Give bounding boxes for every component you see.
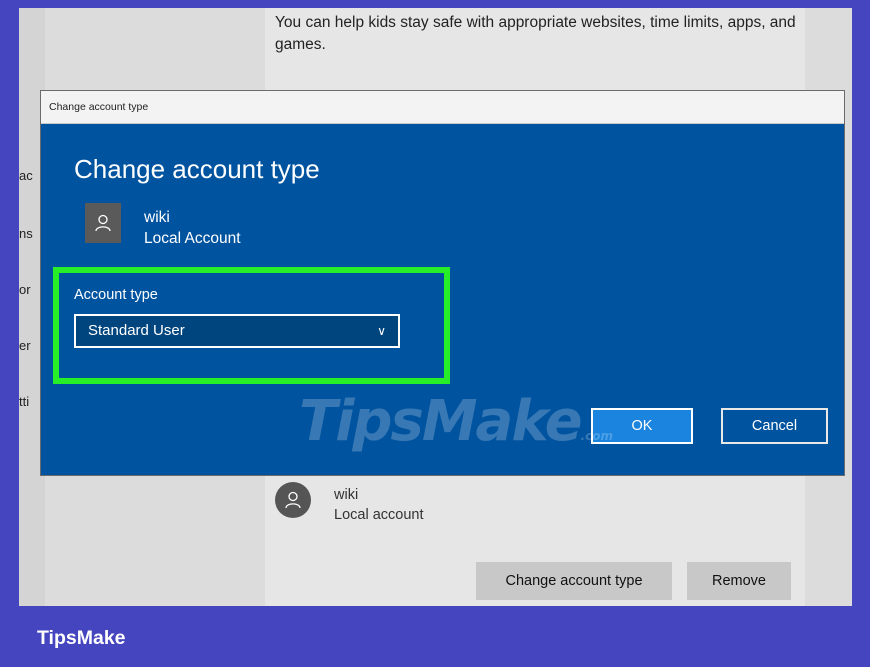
watermark-logo: TipsMake.com [299,389,613,454]
user-account-type: Local Account [144,230,241,247]
intro-text: You can help kids stay safe with appropr… [275,14,796,53]
nav-fragment[interactable]: ns [19,226,33,241]
person-icon [95,214,111,232]
background-user-type: Local account [334,507,424,523]
settings-screenshot: ac ns or er tti You can help kids stay s… [19,8,852,606]
background-user-name: wiki [334,487,359,503]
chevron-down-icon: ∨ [377,324,386,338]
change-account-type-button[interactable]: Change account type [476,562,672,600]
change-account-type-dialog: Change account type Change account type … [40,90,845,476]
nav-fragment[interactable]: er [19,338,31,353]
family-intro-text: You can help kids stay safe with appropr… [275,12,805,56]
person-icon [285,491,301,509]
watermark-text: TipsMake [299,389,583,454]
user-name: wiki [144,209,170,226]
user-avatar [85,203,121,243]
ok-button[interactable]: OK [591,408,693,444]
dialog-titlebar: Change account type [41,91,844,124]
nav-fragment[interactable]: tti [19,394,29,409]
account-type-value: Standard User [88,322,185,339]
nav-fragment[interactable]: or [19,282,31,297]
background-user-avatar [275,482,311,518]
dialog-heading: Change account type [74,154,320,184]
user-info: wiki Local Account [144,207,241,249]
account-type-label: Account type [74,287,158,303]
nav-fragment[interactable]: ac [19,168,33,183]
remove-button[interactable]: Remove [687,562,791,600]
brand-label: TipsMake [37,627,126,649]
background-user-info: wiki Local account [334,485,423,525]
cancel-button[interactable]: Cancel [721,408,828,444]
account-type-dropdown[interactable]: Standard User ∨ [74,314,400,348]
